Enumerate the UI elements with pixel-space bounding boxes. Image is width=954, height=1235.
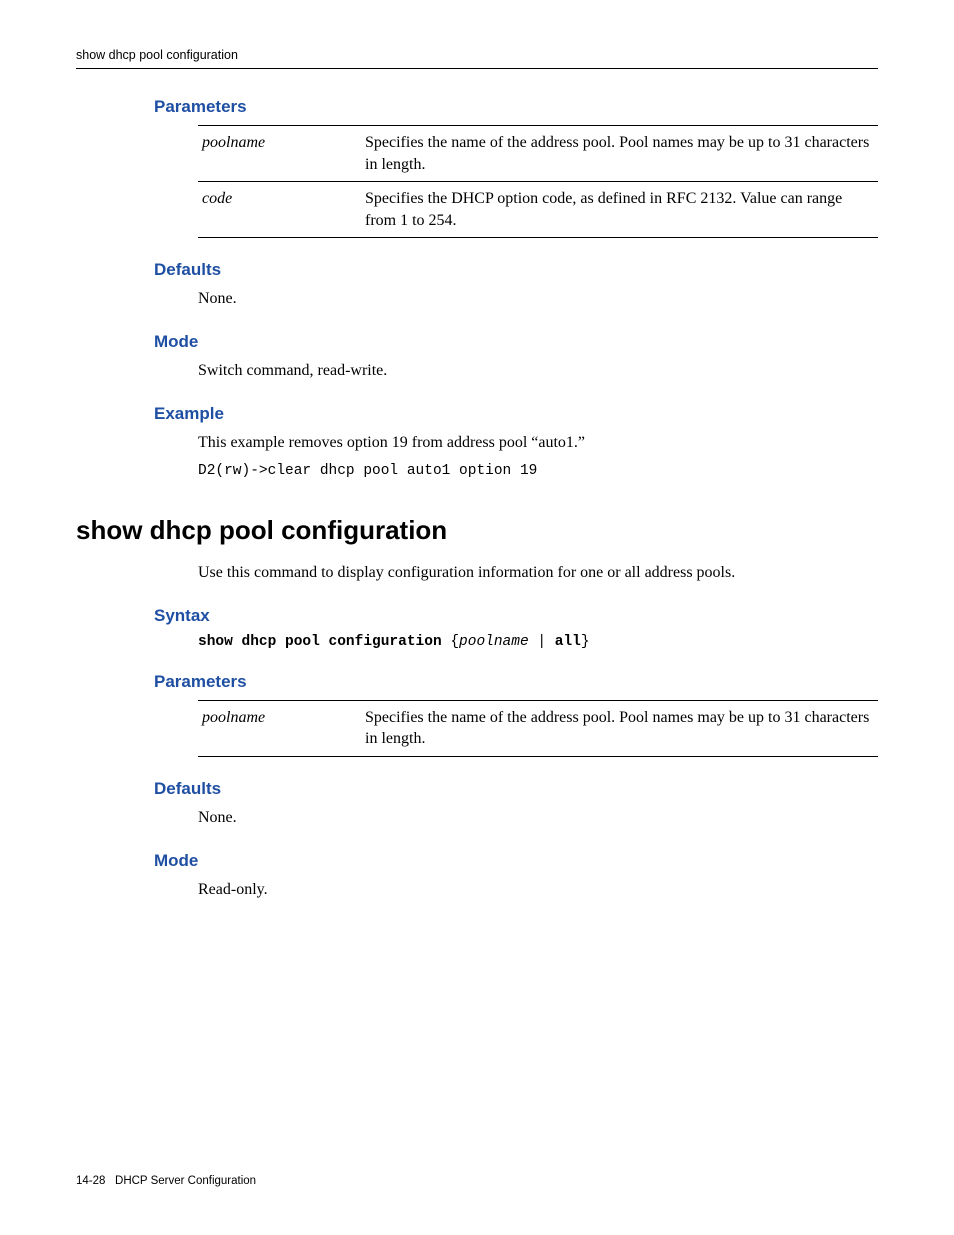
defaults-body-2: None. [198, 807, 878, 829]
example-body: This example removes option 19 from addr… [198, 432, 878, 454]
table-row: code Specifies the DHCP option code, as … [198, 182, 878, 238]
syntax-sep: | [529, 634, 555, 650]
param-name: poolname [198, 126, 361, 182]
mode-body-2: Read-only. [198, 879, 878, 901]
heading-defaults-2: Defaults [154, 779, 878, 799]
heading-parameters-2: Parameters [154, 672, 878, 692]
syntax-keyword: show dhcp pool configuration [198, 634, 442, 650]
page-footer: 14-28 DHCP Server Configuration [76, 1175, 256, 1187]
parameters-table-2: poolname Specifies the name of the addre… [198, 700, 878, 757]
page-body: show dhcp pool configuration Parameters … [0, 0, 954, 900]
heading-parameters-1: Parameters [154, 97, 878, 117]
mode-body-1: Switch command, read-write. [198, 360, 878, 382]
example-code: D2(rw)->clear dhcp pool auto1 option 19 [198, 463, 878, 479]
footer-page-number: 14-28 [76, 1175, 105, 1187]
syntax-brace: } [581, 634, 590, 650]
param-name: code [198, 182, 361, 238]
footer-section-label: DHCP Server Configuration [115, 1175, 256, 1187]
heading-syntax: Syntax [154, 606, 878, 626]
param-name: poolname [198, 700, 361, 756]
defaults-body-1: None. [198, 288, 878, 310]
param-desc: Specifies the name of the address pool. … [361, 700, 878, 756]
param-desc: Specifies the DHCP option code, as defin… [361, 182, 878, 238]
running-head: show dhcp pool configuration [76, 48, 878, 69]
table-row: poolname Specifies the name of the addre… [198, 126, 878, 182]
syntax-line: show dhcp pool configuration {poolname |… [198, 634, 878, 650]
heading-defaults-1: Defaults [154, 260, 878, 280]
param-desc: Specifies the name of the address pool. … [361, 126, 878, 182]
command-title: show dhcp pool configuration [76, 515, 878, 546]
heading-mode-2: Mode [154, 851, 878, 871]
table-row: poolname Specifies the name of the addre… [198, 700, 878, 756]
syntax-keyword: all [555, 634, 581, 650]
parameters-table-1: poolname Specifies the name of the addre… [198, 125, 878, 238]
syntax-brace: { [442, 634, 459, 650]
heading-mode-1: Mode [154, 332, 878, 352]
heading-example: Example [154, 404, 878, 424]
command-intro: Use this command to display configuratio… [198, 562, 878, 584]
syntax-arg: poolname [459, 634, 529, 650]
